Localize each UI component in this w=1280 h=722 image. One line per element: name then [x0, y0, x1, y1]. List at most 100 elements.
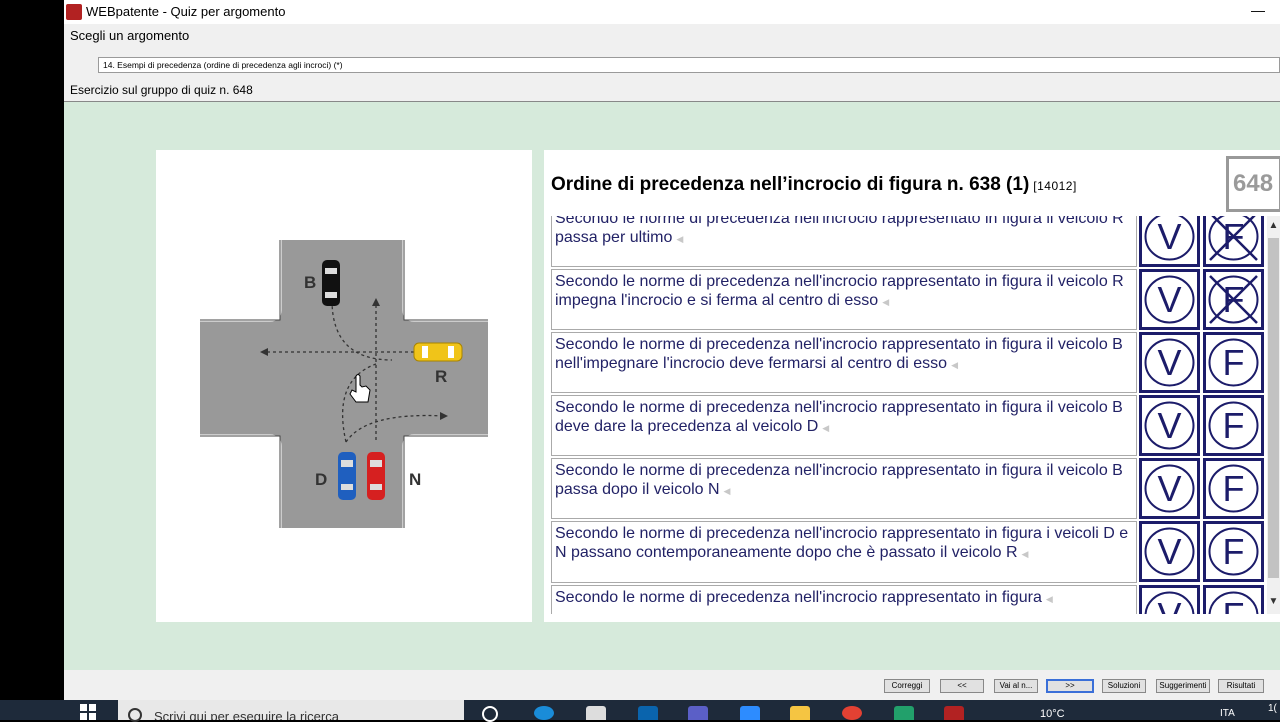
- quiz-number-badge: 648: [1226, 156, 1280, 212]
- false-answer-letter: F: [1223, 595, 1245, 614]
- speaker-icon[interactable]: ◀: [822, 423, 829, 433]
- goto-button[interactable]: Vai al n...: [994, 679, 1038, 693]
- statement-text: Secondo le norme di precedenza nell'incr…: [551, 332, 1137, 393]
- statement-row: Secondo le norme di precedenza nell'incr…: [551, 458, 1267, 521]
- window-title: WEBpatente - Quiz per argomento: [86, 4, 286, 19]
- topic-label: Scegli un argomento: [70, 28, 190, 43]
- statement-text: Secondo le norme di precedenza nell'incr…: [551, 269, 1137, 330]
- question-title: Ordine di precedenza nell’incrocio di fi…: [551, 174, 1077, 195]
- statement-label: Secondo le norme di precedenza nell'incr…: [555, 525, 1129, 561]
- statement-text: Secondo le norme di precedenza nell'incr…: [551, 521, 1137, 583]
- label-r: R: [435, 367, 447, 386]
- edge-browser-icon[interactable]: [534, 706, 554, 720]
- speaker-icon[interactable]: ◀: [1046, 594, 1053, 604]
- intersection-figure: B R D N: [200, 240, 488, 528]
- true-answer-button[interactable]: V: [1139, 585, 1200, 614]
- statement-text: Secondo le norme di precedenza nell'incr…: [551, 585, 1137, 614]
- risultati-button[interactable]: Risultati: [1218, 679, 1264, 693]
- true-answer-letter: V: [1157, 531, 1181, 572]
- chrome-icon[interactable]: [842, 706, 862, 720]
- speaker-icon[interactable]: ◀: [676, 234, 683, 244]
- next-button[interactable]: >>: [1046, 679, 1094, 693]
- statement-row: Secondo le norme di precedenza nell'incr…: [551, 521, 1267, 585]
- taskbar-search-box[interactable]: Scrivi qui per eseguire la ricerca: [118, 700, 464, 720]
- statement-row: Secondo le norme di precedenza nell'incr…: [551, 269, 1267, 332]
- windows-taskbar: Scrivi qui per eseguire la ricerca 10°C …: [0, 700, 1280, 722]
- app-green-icon[interactable]: [894, 706, 914, 720]
- teams-icon[interactable]: [688, 706, 708, 720]
- speaker-icon[interactable]: ◀: [951, 360, 958, 370]
- statements-scrollbar[interactable]: ▲ ▼: [1267, 216, 1280, 614]
- exercise-label: Esercizio sul gruppo di quiz n. 648: [70, 83, 253, 97]
- true-answer-letter: V: [1157, 216, 1181, 257]
- true-answer-button[interactable]: V: [1139, 395, 1200, 456]
- false-answer-letter: F: [1223, 405, 1245, 446]
- true-answer-button[interactable]: V: [1139, 332, 1200, 393]
- true-answer-letter: V: [1157, 405, 1181, 446]
- clock[interactable]: 1(: [1268, 703, 1277, 714]
- label-n: N: [409, 470, 421, 489]
- statement-label: Secondo le norme di precedenza nell'incr…: [555, 273, 1124, 309]
- statement-row: Secondo le norme di precedenza nell'incr…: [551, 216, 1267, 269]
- false-answer-button[interactable]: F: [1203, 395, 1264, 456]
- statements-list[interactable]: Secondo le norme di precedenza nell'incr…: [551, 216, 1267, 614]
- car-d: [338, 452, 356, 500]
- statement-row: Secondo le norme di precedenza nell'incr…: [551, 332, 1267, 395]
- speaker-icon[interactable]: ◀: [882, 297, 889, 307]
- scroll-down-arrow-icon[interactable]: ▼: [1267, 596, 1280, 610]
- zoom-icon[interactable]: [740, 706, 760, 720]
- soluzioni-button[interactable]: Soluzioni: [1102, 679, 1146, 693]
- file-explorer-icon[interactable]: [790, 706, 810, 720]
- statement-text: Secondo le norme di precedenza nell'incr…: [551, 458, 1137, 519]
- false-answer-letter: F: [1223, 468, 1245, 509]
- label-d: D: [315, 470, 327, 489]
- true-answer-letter: V: [1157, 468, 1181, 509]
- statement-label: Secondo le norme di precedenza nell'incr…: [555, 216, 1124, 246]
- figure-panel: B R D N: [156, 150, 532, 622]
- app-window: WEBpatente - Quiz per argomento — Scegli…: [64, 0, 1280, 700]
- minimize-button[interactable]: —: [1248, 2, 1268, 18]
- label-b: B: [304, 273, 316, 292]
- statement-row: Secondo le norme di precedenza nell'incr…: [551, 585, 1267, 614]
- windows-start-icon[interactable]: [80, 704, 96, 720]
- false-answer-button[interactable]: F: [1203, 332, 1264, 393]
- prev-button[interactable]: <<: [940, 679, 984, 693]
- true-answer-letter: V: [1157, 342, 1181, 383]
- true-answer-button[interactable]: V: [1139, 521, 1200, 582]
- mail-icon[interactable]: [638, 706, 658, 720]
- speaker-icon[interactable]: ◀: [724, 486, 731, 496]
- true-answer-letter: V: [1157, 279, 1181, 320]
- statement-text: Secondo le norme di precedenza nell'incr…: [551, 216, 1137, 267]
- statement-label: Secondo le norme di precedenza nell'incr…: [555, 462, 1123, 498]
- title-bar: WEBpatente - Quiz per argomento —: [64, 0, 1280, 24]
- scroll-up-arrow-icon[interactable]: ▲: [1267, 220, 1280, 234]
- true-answer-button[interactable]: V: [1139, 216, 1200, 267]
- scroll-thumb[interactable]: [1268, 238, 1279, 578]
- true-answer-button[interactable]: V: [1139, 458, 1200, 519]
- topic-select[interactable]: 14. Esempi di precedenza (ordine di prec…: [98, 57, 1280, 73]
- car-b: [322, 260, 340, 306]
- car-n: [367, 452, 385, 500]
- statement-label: Secondo le norme di precedenza nell'incr…: [555, 589, 1042, 606]
- true-answer-button[interactable]: V: [1139, 269, 1200, 330]
- store-icon[interactable]: [586, 706, 606, 720]
- statement-label: Secondo le norme di precedenza nell'incr…: [555, 399, 1123, 435]
- bottom-toolbar: Correggi << Vai al n... >> Soluzioni Sug…: [64, 670, 1280, 700]
- false-answer-button[interactable]: F: [1203, 458, 1264, 519]
- quiz-content-area: B R D N Ordine di precedenza nell’incroc…: [64, 101, 1280, 670]
- speaker-icon[interactable]: ◀: [1022, 549, 1029, 559]
- app-icon: [66, 4, 82, 20]
- false-answer-button[interactable]: F: [1203, 585, 1264, 614]
- webpatente-taskbar-icon[interactable]: [944, 706, 964, 720]
- correggi-button[interactable]: Correggi: [884, 679, 930, 693]
- false-answer-letter: F: [1223, 531, 1245, 572]
- false-answer-button[interactable]: F: [1203, 269, 1264, 330]
- weather-widget[interactable]: 10°C: [1040, 708, 1065, 720]
- false-answer-button[interactable]: F: [1203, 521, 1264, 582]
- statement-text: Secondo le norme di precedenza nell'incr…: [551, 395, 1137, 456]
- statement-row: Secondo le norme di precedenza nell'incr…: [551, 395, 1267, 458]
- false-answer-button[interactable]: F: [1203, 216, 1264, 267]
- car-r: [413, 342, 463, 362]
- language-indicator[interactable]: ITA: [1220, 708, 1235, 719]
- suggerimenti-button[interactable]: Suggerimenti: [1156, 679, 1210, 693]
